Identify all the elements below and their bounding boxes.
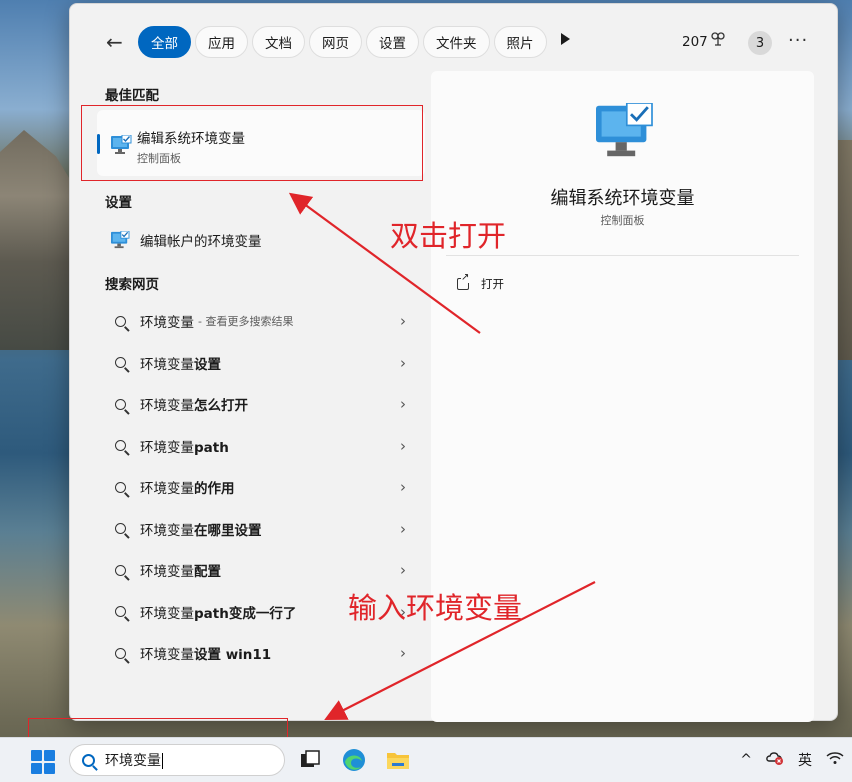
taskbar: 环境变量 ^ 英 [0, 737, 852, 782]
task-view-icon[interactable] [297, 746, 325, 774]
edge-browser-icon[interactable] [340, 746, 368, 774]
windows-start-icon[interactable] [31, 750, 55, 774]
wifi-icon[interactable] [826, 751, 844, 769]
system-tray: ^ 英 [740, 750, 844, 770]
text-caret [162, 753, 163, 769]
annotation-double-click-label: 双击打开 [390, 219, 507, 253]
onedrive-sync-error-icon[interactable] [766, 750, 784, 770]
annotation-type-input-label: 输入环境变量 [348, 591, 523, 625]
annotation-arrows [288, 192, 596, 720]
search-input-value: 环境变量 [105, 753, 161, 769]
taskbar-search-input[interactable]: 环境变量 [69, 744, 285, 776]
file-explorer-icon[interactable] [384, 746, 412, 774]
input-method-indicator[interactable]: 英 [798, 750, 812, 770]
search-icon [82, 753, 95, 767]
show-hidden-icons-chevron-icon[interactable]: ^ [740, 752, 752, 768]
